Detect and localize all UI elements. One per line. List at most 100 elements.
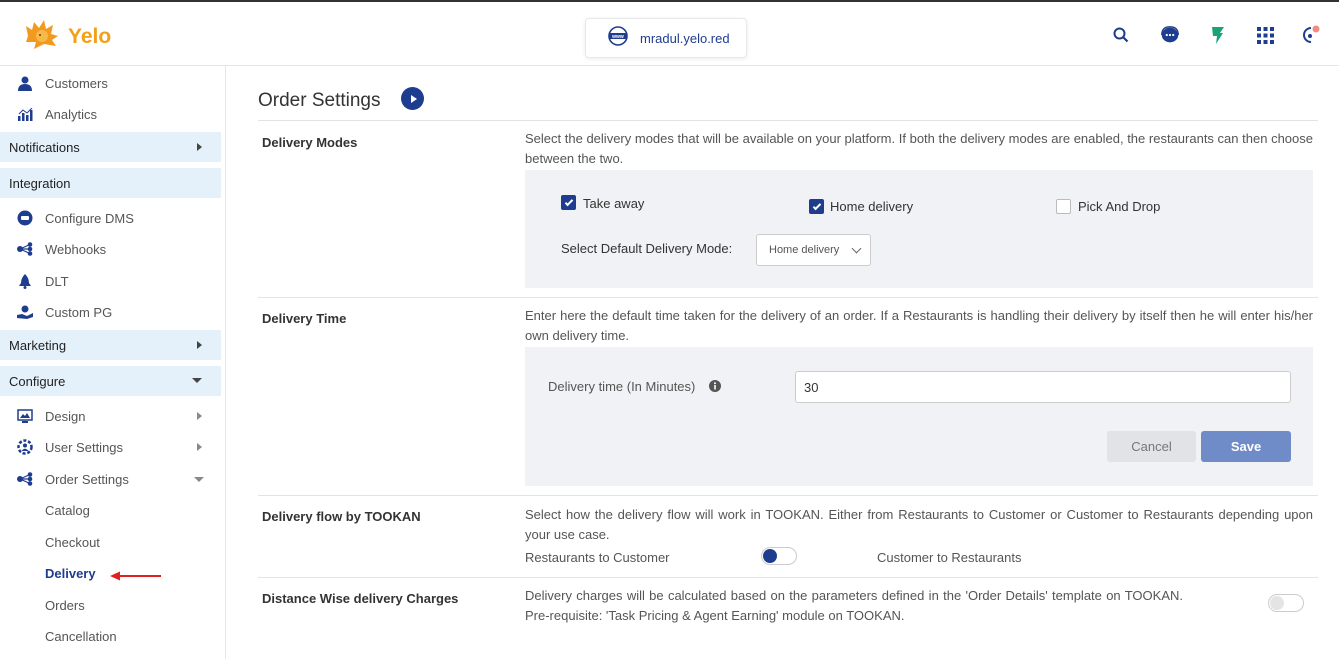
- chevron-down-icon: [851, 243, 862, 254]
- take-away-label: Take away: [583, 196, 645, 211]
- delivery-modes-panel: Take away Home delivery Pick And Drop Se…: [525, 170, 1313, 288]
- main-content: Order Settings Delivery Modes Select the…: [226, 66, 1339, 659]
- caret-down-icon: [194, 477, 204, 482]
- domain-display[interactable]: www mradul.yelo.red: [585, 18, 747, 58]
- home-delivery-label: Home delivery: [830, 199, 914, 214]
- customer-to-restaurants-label: Customer to Restaurants: [877, 550, 1022, 565]
- order-settings-icon: [17, 471, 33, 487]
- profile-icon[interactable]: [1300, 24, 1322, 46]
- dlt-icon: [17, 273, 33, 289]
- distance-charges-label: Distance Wise delivery Charges: [262, 591, 459, 606]
- support-chat-icon[interactable]: [1159, 24, 1181, 46]
- sidebar-item-label: Order Settings: [45, 471, 129, 487]
- sidebar-item-label: User Settings: [45, 439, 124, 455]
- sidebar-item-customers[interactable]: Customers: [0, 71, 221, 95]
- sidebar-item-label: Webhooks: [45, 241, 107, 257]
- dms-icon: [17, 210, 33, 226]
- search-icon[interactable]: [1110, 24, 1132, 46]
- restaurants-to-customer-label: Restaurants to Customer: [525, 550, 670, 565]
- select-value: Home delivery: [769, 244, 840, 256]
- default-delivery-mode-select[interactable]: Home delivery: [756, 234, 871, 266]
- domain-text: mradul.yelo.red: [640, 30, 730, 46]
- sidebar: Customers Analytics Notifications Integr…: [0, 66, 226, 659]
- sidebar-item-label: Analytics: [45, 106, 98, 122]
- caret-right-icon: [197, 143, 202, 151]
- sidebar-section-marketing[interactable]: Marketing: [0, 330, 221, 360]
- play-video-button[interactable]: [401, 87, 424, 110]
- sidebar-subitem-cancellation[interactable]: Cancellation: [45, 629, 117, 644]
- delivery-flow-description: Select how the delivery flow will work i…: [525, 507, 1313, 542]
- pick-and-drop-checkbox[interactable]: [1056, 199, 1071, 214]
- sidebar-item-custom-pg[interactable]: Custom PG: [0, 300, 221, 324]
- home-delivery-checkbox[interactable]: [809, 199, 824, 214]
- www-icon: www: [608, 25, 628, 51]
- delivery-flow-label: Delivery flow by TOOKAN: [262, 509, 421, 524]
- delivery-modes-description: Select the delivery modes that will be a…: [525, 131, 1313, 166]
- user-settings-icon: [17, 439, 33, 455]
- sidebar-item-label: Customers: [45, 75, 108, 91]
- take-away-checkbox[interactable]: [561, 195, 576, 210]
- tookan-icon[interactable]: [1207, 24, 1229, 46]
- checkmark-icon: [564, 197, 573, 206]
- checkmark-icon: [812, 201, 821, 210]
- divider: [258, 297, 1318, 298]
- divider: [258, 120, 1318, 121]
- input-value: 30: [804, 379, 819, 395]
- section-label: Configure: [9, 373, 66, 389]
- analytics-icon: [17, 106, 33, 122]
- delivery-modes-label: Delivery Modes: [262, 135, 358, 150]
- delivery-flow-toggle[interactable]: [761, 547, 797, 565]
- sidebar-section-configure[interactable]: Configure: [0, 366, 221, 396]
- sidebar-item-design[interactable]: Design: [0, 404, 221, 428]
- top-bar: Yelo www mradul.yelo.red: [0, 0, 1339, 66]
- sidebar-item-configure-dms[interactable]: Configure DMS: [0, 206, 221, 230]
- customers-icon: [17, 75, 33, 91]
- webhooks-icon: [17, 241, 33, 257]
- divider: [258, 495, 1318, 496]
- sidebar-section-integration[interactable]: Integration: [0, 168, 221, 198]
- sidebar-item-label: Design: [45, 408, 86, 424]
- brand-name: Yelo: [68, 24, 112, 48]
- save-button[interactable]: Save: [1201, 431, 1291, 462]
- toggle-knob: [1270, 596, 1284, 610]
- section-label: Marketing: [9, 337, 67, 353]
- default-delivery-mode-label: Select Default Delivery Mode:: [561, 241, 733, 256]
- design-icon: [17, 408, 33, 424]
- info-icon[interactable]: [709, 379, 721, 397]
- sidebar-item-order-settings[interactable]: Order Settings: [0, 467, 221, 491]
- caret-right-icon: [197, 341, 202, 349]
- sidebar-subitem-catalog[interactable]: Catalog: [45, 503, 90, 518]
- distance-charges-toggle[interactable]: [1268, 594, 1304, 612]
- toggle-knob: [763, 549, 777, 563]
- brand-logo[interactable]: Yelo: [22, 16, 111, 57]
- delivery-time-input[interactable]: 30: [795, 371, 1291, 403]
- divider: [258, 577, 1318, 578]
- caret-right-icon: [197, 443, 202, 451]
- page-title: Order Settings: [258, 90, 381, 111]
- delivery-time-label: Delivery Time: [262, 311, 347, 326]
- payment-gateway-icon: [17, 304, 33, 320]
- svg-text:www: www: [611, 34, 624, 40]
- delivery-time-panel: Delivery time (In Minutes) 30 Cancel Sav…: [525, 347, 1313, 486]
- apps-grid-icon[interactable]: [1254, 24, 1276, 46]
- caret-down-icon: [192, 378, 202, 383]
- sidebar-item-label: Configure DMS: [45, 210, 134, 226]
- sidebar-item-dlt[interactable]: DLT: [0, 269, 221, 293]
- annotation-arrow-icon: [110, 568, 162, 586]
- cancel-button[interactable]: Cancel: [1107, 431, 1196, 462]
- sidebar-item-analytics[interactable]: Analytics: [0, 102, 221, 126]
- sidebar-item-webhooks[interactable]: Webhooks: [0, 237, 221, 261]
- caret-right-icon: [197, 412, 202, 420]
- pick-and-drop-label: Pick And Drop: [1078, 199, 1161, 214]
- sidebar-subitem-delivery[interactable]: Delivery: [45, 566, 96, 581]
- sidebar-subitem-orders[interactable]: Orders: [45, 598, 85, 613]
- distance-charges-description: Delivery charges will be calculated base…: [525, 588, 1183, 623]
- section-label: Integration: [9, 175, 71, 191]
- sidebar-item-user-settings[interactable]: User Settings: [0, 435, 221, 459]
- sidebar-item-label: DLT: [45, 273, 69, 289]
- sidebar-subitem-checkout[interactable]: Checkout: [45, 535, 100, 550]
- section-label: Notifications: [9, 139, 80, 155]
- play-icon: [410, 94, 417, 103]
- sidebar-section-notifications[interactable]: Notifications: [0, 132, 221, 162]
- sidebar-item-label: Custom PG: [45, 304, 113, 320]
